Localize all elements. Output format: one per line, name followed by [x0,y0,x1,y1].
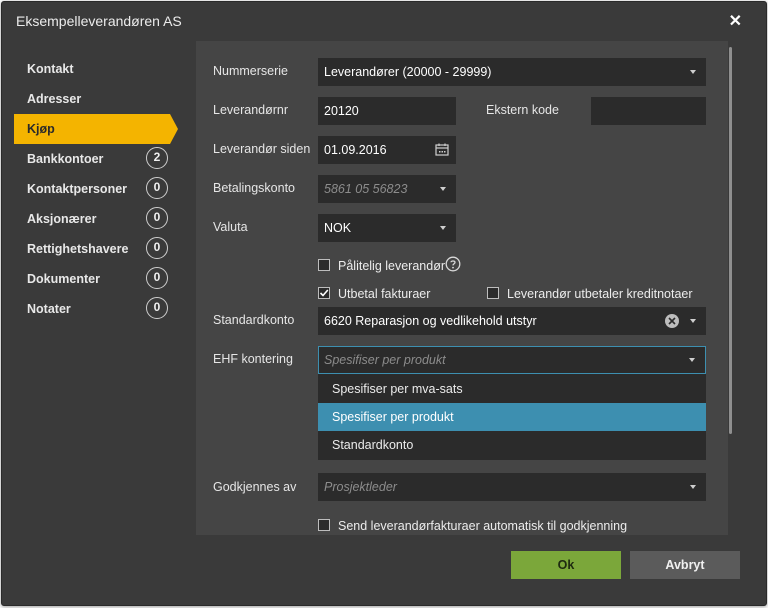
dialog-title: Eksempelleverandøren AS [16,13,182,29]
sidebar-item-notater[interactable]: Notater 0 [14,294,170,324]
sidebar-item-label: Dokumenter [27,272,100,286]
ekstern-kode-label: Ekstern kode [486,103,559,117]
send-godkjenning-label: Send leverandørfakturaer automatisk til … [338,519,628,533]
close-icon[interactable]: ✕ [729,11,742,31]
sidebar-item-label: Kontaktpersoner [27,182,128,196]
sidebar-item-label: Adresser [27,92,82,106]
leverandornr-label: Leverandørnr [213,103,289,117]
count-badge: 0 [146,267,168,289]
betalingskonto-select[interactable]: 5861 05 56823 [318,175,456,203]
sidebar-item-rettighetshavere[interactable]: Rettighetshavere 0 [14,234,170,264]
ehf-kontering-dropdown: Spesifiser per mva-sats Spesifiser per p… [318,374,706,460]
kreditnotaer-checkbox[interactable] [487,287,499,299]
sidebar-item-kontakt[interactable]: Kontakt [14,54,170,84]
standardkonto-value: 6620 Reparasjon og vedlikehold utstyr [324,314,537,328]
dropdown-option[interactable]: Standardkonto [318,431,706,459]
chevron-down-icon [690,319,696,323]
utbetal-checkbox-row[interactable]: Utbetal fakturaer [318,286,458,302]
leverandornr-input[interactable]: 20120 [318,97,456,125]
palitelig-checkbox[interactable] [318,259,330,271]
chevron-down-icon [440,187,446,191]
ehf-kontering-label: EHF kontering [213,352,293,366]
sidebar-item-aksjonaerer[interactable]: Aksjonærer 0 [14,204,170,234]
ehf-kontering-placeholder: Spesifiser per produkt [324,353,446,367]
utbetal-label: Utbetal fakturaer [338,287,431,301]
count-badge: 0 [146,177,168,199]
chevron-down-icon [689,358,695,362]
sidebar-item-kontaktpersoner[interactable]: Kontaktpersoner 0 [14,174,170,204]
count-badge: 2 [146,147,168,169]
standardkonto-label: Standardkonto [213,313,295,327]
kreditnotaer-label: Leverandør utbetaler kreditnotaer [507,287,693,301]
valuta-select[interactable]: NOK [318,214,456,242]
palitelig-checkbox-row[interactable]: Pålitelig leverandør [318,256,478,274]
form-scrollbar[interactable] [729,47,732,434]
leverandor-siden-label: Leverandør siden [213,142,311,156]
sidebar-item-kjop[interactable]: Kjøp [14,114,178,144]
betalingskonto-placeholder: 5861 05 56823 [324,182,408,196]
count-badge: 0 [146,207,168,229]
utbetal-checkbox[interactable] [318,287,330,299]
ok-button[interactable]: Ok [511,551,621,579]
sidebar-item-label: Notater [27,302,71,316]
count-badge: 0 [146,297,168,319]
palitelig-label: Pålitelig leverandør [338,259,445,273]
sidebar-item-bankkontoer[interactable]: Bankkontoer 2 [14,144,170,174]
standardkonto-select[interactable]: 6620 Reparasjon og vedlikehold utstyr [318,307,706,335]
godkjennes-av-placeholder: Prosjektleder [324,480,397,494]
clear-icon[interactable] [664,313,680,329]
send-godkjenning-checkbox[interactable] [318,519,330,531]
sidebar-item-adresser[interactable]: Adresser [14,84,170,114]
leverandor-siden-date-input[interactable]: 01.09.2016 [318,136,456,164]
ekstern-kode-input[interactable] [591,97,706,125]
sidebar-item-label: Kjøp [27,122,55,136]
count-badge: 0 [146,237,168,259]
sidebar-item-label: Aksjonærer [27,212,97,226]
check-icon [319,289,329,297]
nummerserie-label: Nummerserie [213,64,289,78]
chevron-down-icon [690,70,696,74]
ehf-kontering-select[interactable]: Spesifiser per produkt [318,346,706,374]
leverandornr-value: 20120 [324,104,359,118]
send-godkjenning-checkbox-row[interactable]: Send leverandørfakturaer automatisk til … [318,518,638,534]
leverandor-siden-value: 01.09.2016 [324,143,387,157]
godkjennes-av-label: Godkjennes av [213,480,297,494]
sidebar-item-label: Rettighetshavere [27,242,129,256]
help-icon[interactable] [445,256,461,272]
valuta-value: NOK [324,221,352,235]
cancel-button[interactable]: Avbryt [630,551,740,579]
sidebar-item-dokumenter[interactable]: Dokumenter 0 [14,264,170,294]
chevron-down-icon [690,485,696,489]
nummerserie-select[interactable]: Leverandører (20000 - 29999) [318,58,706,86]
godkjennes-av-select[interactable]: Prosjektleder [318,473,706,501]
chevron-down-icon [440,226,446,230]
calendar-icon[interactable] [435,143,449,156]
betalingskonto-label: Betalingskonto [213,181,296,195]
valuta-label: Valuta [213,220,248,234]
kreditnotaer-checkbox-row[interactable]: Leverandør utbetaler kreditnotaer [487,286,697,302]
sidebar-item-label: Bankkontoer [27,152,104,166]
dropdown-option-selected[interactable]: Spesifiser per produkt [318,403,706,431]
dropdown-option[interactable]: Spesifiser per mva-sats [318,375,706,403]
nummerserie-value: Leverandører (20000 - 29999) [324,65,492,79]
sidebar-item-label: Kontakt [27,62,74,76]
